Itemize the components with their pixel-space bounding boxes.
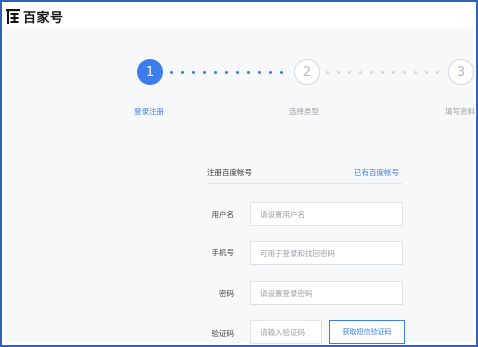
connector-dot	[192, 71, 195, 74]
password-placeholder: 请设置登录密码	[260, 288, 313, 298]
phone-input[interactable]: 可用于登录和找回密码	[250, 241, 403, 265]
step-2-3-connector	[326, 71, 442, 75]
phone-placeholder: 可用于登录和找回密码	[260, 248, 335, 258]
phone-label: 手机号	[211, 248, 235, 257]
connector-dot	[337, 71, 340, 74]
username-label: 用户名	[211, 210, 235, 219]
step-1-2-connector	[170, 71, 288, 75]
step-3-circle: 3	[448, 59, 474, 85]
step-1-circle: 1	[137, 59, 163, 85]
password-input[interactable]: 请设置登录密码	[250, 281, 403, 305]
connector-dot	[280, 71, 283, 74]
connector-dot	[181, 71, 184, 74]
connector-dot	[269, 71, 272, 74]
connector-dot	[258, 71, 261, 74]
connector-dot	[414, 71, 417, 74]
connector-dot	[348, 71, 351, 74]
connector-dot	[392, 71, 395, 74]
connector-dot	[170, 71, 173, 74]
connector-dot	[381, 71, 384, 74]
captcha-label: 验证码	[211, 329, 235, 338]
existing-account-link[interactable]: 已有百度帐号	[354, 167, 399, 178]
step-3-number: 3	[456, 64, 466, 80]
top-bar: 百家号	[4, 4, 474, 28]
connector-dot	[425, 71, 428, 74]
connector-dot	[236, 71, 239, 74]
step-1-number: 1	[145, 64, 155, 80]
connector-dot	[225, 71, 228, 74]
username-placeholder: 请设置用户名	[260, 209, 305, 219]
main-content	[4, 28, 474, 343]
connector-dot	[214, 71, 217, 74]
window-frame: 百家号 1 2 3 登录注册 选择类型 填写资料 注册百度帐号 已有百度帐号 用…	[0, 0, 478, 347]
captcha-placeholder: 请输入验证码	[260, 327, 305, 337]
step-2-label: 选择类型	[289, 107, 319, 116]
connector-dot	[203, 71, 206, 74]
password-label: 密码	[219, 289, 234, 298]
connector-dot	[370, 71, 373, 74]
step-2-circle: 2	[294, 59, 320, 85]
connector-dot	[326, 71, 329, 74]
step-1-label: 登录注册	[134, 107, 164, 116]
captcha-input[interactable]: 请输入验证码	[250, 320, 322, 344]
connector-dot	[403, 71, 406, 74]
baijiahao-logo-icon	[6, 8, 20, 24]
connector-dot	[436, 71, 439, 74]
connector-dot	[247, 71, 250, 74]
brand-logo[interactable]: 百家号	[6, 7, 64, 26]
connector-dot	[359, 71, 362, 74]
brand-name: 百家号	[23, 10, 64, 26]
get-sms-code-button[interactable]: 获取短信验证码	[329, 320, 405, 344]
form-title: 注册百度帐号	[207, 168, 252, 177]
step-3-label: 填写资料	[445, 107, 475, 116]
form-divider	[207, 183, 402, 184]
step-2-number: 2	[302, 64, 312, 80]
username-input[interactable]: 请设置用户名	[250, 202, 403, 226]
